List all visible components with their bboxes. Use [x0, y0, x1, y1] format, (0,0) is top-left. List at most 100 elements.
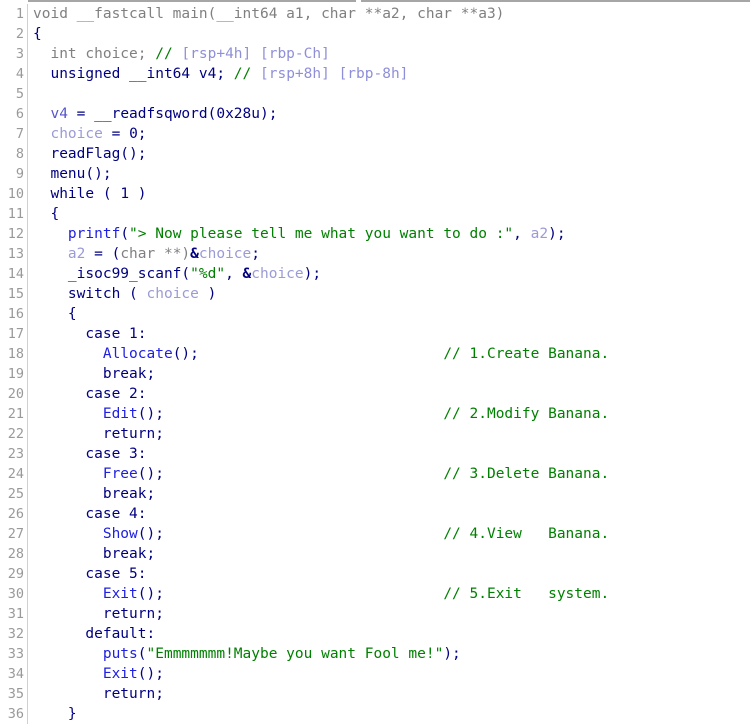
code-line-content[interactable]: Edit(); // 2.Modify Banana. [28, 404, 750, 424]
code-line[interactable]: 20 case 2: [0, 384, 750, 404]
code-line[interactable]: 28 break; [0, 544, 750, 564]
code-line-content[interactable]: case 4: [28, 504, 750, 524]
code-line-content[interactable]: while ( 1 ) [28, 184, 750, 204]
code-token: Exit [102, 666, 138, 682]
code-line-content[interactable]: v4 = __readfsqword(0x28u); [28, 104, 750, 124]
code-line-content[interactable]: puts("Emmmmmmm!Maybe you want Fool me!")… [28, 644, 750, 664]
code-line[interactable]: 23 case 3: [0, 444, 750, 464]
code-line[interactable]: 32 default: [0, 624, 750, 644]
code-line-content[interactable]: Free(); // 3.Delete Banana. [28, 464, 750, 484]
code-line[interactable]: 12 printf("> Now please tell me what you… [0, 224, 750, 244]
code-line[interactable]: 33 puts("Emmmmmmm!Maybe you want Fool me… [0, 644, 750, 664]
code-line[interactable]: 5 [0, 84, 750, 104]
code-line-content[interactable]: Allocate(); // 1.Create Banana. [28, 344, 750, 364]
code-token: default: [33, 626, 156, 642]
code-token: void __fastcall main(__int64 a1, char **… [33, 6, 505, 22]
line-number: 34 [0, 664, 28, 684]
code-line[interactable]: 14 _isoc99_scanf("%d", &choice); [0, 264, 750, 284]
code-line[interactable]: 6 v4 = __readfsqword(0x28u); [0, 104, 750, 124]
line-number: 18 [0, 344, 28, 364]
code-line-content[interactable]: choice = 0; [28, 124, 750, 144]
code-line-content[interactable]: Exit(); // 5.Exit system. [28, 584, 750, 604]
code-line[interactable]: 21 Edit(); // 2.Modify Banana. [0, 404, 750, 424]
line-number: 13 [0, 244, 28, 264]
line-number: 10 [0, 184, 28, 204]
code-line-content[interactable]: void __fastcall main(__int64 a1, char **… [28, 4, 750, 24]
code-line-content[interactable]: menu(); [28, 164, 750, 184]
code-line[interactable]: 2{ [0, 24, 750, 44]
code-line-content[interactable]: { [28, 304, 750, 324]
code-token: : [137, 326, 147, 342]
line-number: 19 [0, 364, 28, 384]
code-line[interactable]: 13 a2 = (char **)&choice; [0, 244, 750, 264]
code-line[interactable]: 18 Allocate(); // 1.Create Banana. [0, 344, 750, 364]
code-line-content[interactable]: break; [28, 544, 750, 564]
code-line-content[interactable]: case 3: [28, 444, 750, 464]
code-line[interactable]: 26 case 4: [0, 504, 750, 524]
code-line[interactable]: 11 { [0, 204, 750, 224]
code-line[interactable]: 16 { [0, 304, 750, 324]
code-line[interactable]: 29 case 5: [0, 564, 750, 584]
code-line[interactable]: 24 Free(); // 3.Delete Banana. [0, 464, 750, 484]
code-line-content[interactable]: case 2: [28, 384, 750, 404]
code-line[interactable]: 27 Show(); // 4.View Banana. [0, 524, 750, 544]
code-line-content[interactable]: case 5: [28, 564, 750, 584]
code-line-content[interactable]: default: [28, 624, 750, 644]
code-token: // [155, 46, 182, 62]
line-number: 30 [0, 584, 28, 604]
line-number: 32 [0, 624, 28, 644]
code-line-content[interactable]: case 1: [28, 324, 750, 344]
code-line-content[interactable]: printf("> Now please tell me what you wa… [28, 224, 750, 244]
code-line-content[interactable]: a2 = (char **)&choice; [28, 244, 750, 264]
line-number: 33 [0, 644, 28, 664]
code-token: (); [137, 466, 164, 482]
code-line-content[interactable]: } [28, 704, 750, 724]
code-token: [rsp+4h] [rbp-Ch] [181, 46, 330, 62]
code-line-content[interactable]: return; [28, 684, 750, 704]
code-line[interactable]: 17 case 1: [0, 324, 750, 344]
code-line-content[interactable]: int choice; // [rsp+4h] [rbp-Ch] [28, 44, 750, 64]
code-line-content[interactable]: Exit(); [28, 664, 750, 684]
code-line[interactable]: 22 return; [0, 424, 750, 444]
code-line[interactable]: 30 Exit(); // 5.Exit system. [0, 584, 750, 604]
code-token: , [225, 266, 243, 282]
code-line-content[interactable]: { [28, 24, 750, 44]
code-line-content[interactable]: switch ( choice ) [28, 284, 750, 304]
code-line[interactable]: 7 choice = 0; [0, 124, 750, 144]
code-line-content[interactable]: _isoc99_scanf("%d", &choice); [28, 264, 750, 284]
code-line[interactable]: 3 int choice; // [rsp+4h] [rbp-Ch] [0, 44, 750, 64]
code-line[interactable]: 36 } [0, 704, 750, 724]
line-number: 26 [0, 504, 28, 524]
code-line-content[interactable]: return; [28, 424, 750, 444]
code-line[interactable]: 10 while ( 1 ) [0, 184, 750, 204]
code-line[interactable]: 35 return; [0, 684, 750, 704]
line-number: 31 [0, 604, 28, 624]
code-line[interactable]: 1 void __fastcall main(__int64 a1, char *… [0, 4, 750, 24]
code-line-content[interactable]: break; [28, 364, 750, 384]
code-line-content[interactable]: readFlag(); [28, 144, 750, 164]
code-line-content[interactable]: break; [28, 484, 750, 504]
code-line[interactable]: 31 return; [0, 604, 750, 624]
code-line[interactable]: 9 menu(); [0, 164, 750, 184]
code-line[interactable]: 25 break; [0, 484, 750, 504]
pseudocode-view[interactable]: 1 void __fastcall main(__int64 a1, char *… [0, 0, 750, 724]
code-line[interactable]: 8 readFlag(); [0, 144, 750, 164]
code-token: // 3.Delete Banana. [443, 466, 610, 482]
code-token: // 1.Create Banana. [443, 346, 610, 362]
code-line[interactable]: 15 switch ( choice ) [0, 284, 750, 304]
line-number: 7 [0, 124, 28, 144]
code-line-content[interactable]: { [28, 204, 750, 224]
code-token: return; [33, 686, 164, 702]
code-line[interactable]: 4 unsigned __int64 v4; // [rsp+8h] [rbp-… [0, 64, 750, 84]
code-line-content[interactable]: unsigned __int64 v4; // [rsp+8h] [rbp-8h… [28, 64, 750, 84]
code-line-content[interactable]: return; [28, 604, 750, 624]
line-number: 9 [0, 164, 28, 184]
code-line-content[interactable]: Show(); // 4.View Banana. [28, 524, 750, 544]
code-line[interactable]: 19 break; [0, 364, 750, 384]
code-line[interactable]: 34 Exit(); [0, 664, 750, 684]
